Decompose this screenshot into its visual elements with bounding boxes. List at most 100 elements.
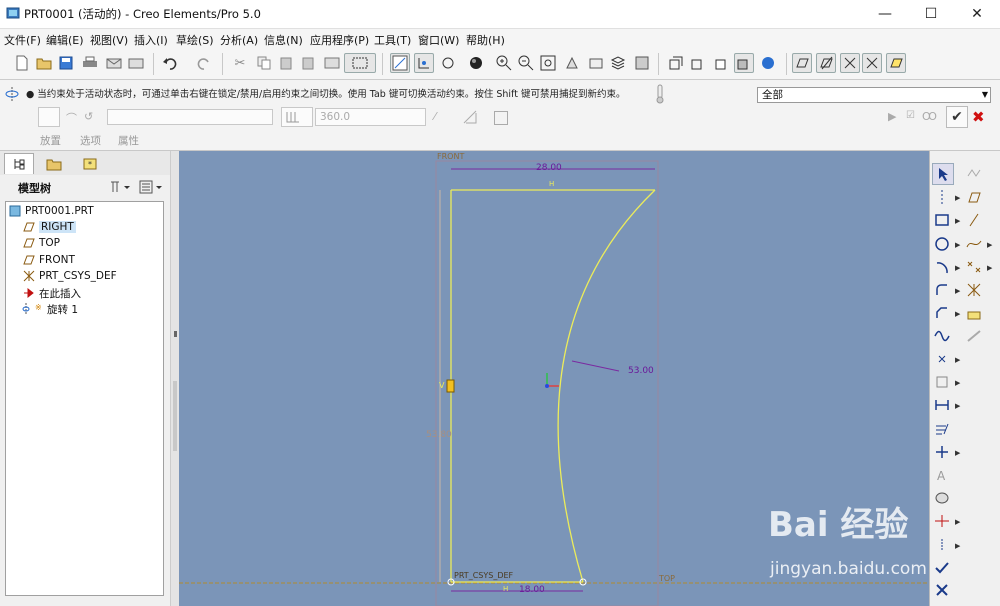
favorites-tab[interactable]: * — [76, 154, 104, 173]
menu-analysis[interactable]: 分析(A) — [220, 32, 258, 48]
dim-bottom-width[interactable]: 18.00 — [519, 585, 545, 595]
constraints-display-icon[interactable] — [414, 53, 434, 73]
no-hidden-icon[interactable] — [712, 53, 732, 73]
select-arrow-icon[interactable] — [932, 163, 954, 185]
datum-axis-icon[interactable] — [964, 210, 984, 230]
confirm-icon[interactable]: ✔ — [946, 106, 968, 128]
tree-show-icon[interactable] — [138, 179, 164, 198]
vertices-display-icon[interactable] — [438, 53, 458, 73]
solid-toggle-button[interactable] — [38, 107, 60, 127]
modify-icon[interactable] — [932, 419, 952, 439]
fillet-icon[interactable] — [932, 280, 952, 300]
zoom-in-icon[interactable] — [494, 53, 514, 73]
csys-display-icon[interactable] — [862, 53, 882, 73]
circle-icon[interactable] — [932, 234, 952, 254]
cancel-icon[interactable]: ✖ — [972, 108, 985, 126]
new-file-icon[interactable] — [12, 53, 32, 73]
menu-info[interactable]: 信息(N) — [264, 32, 303, 48]
arc-icon[interactable] — [932, 257, 952, 277]
dimension-icon[interactable] — [932, 395, 952, 415]
paste-special-icon[interactable] — [298, 53, 318, 73]
dim-height[interactable]: 53.80 — [426, 430, 452, 440]
text-icon[interactable]: A — [932, 465, 952, 485]
saved-views-icon[interactable] — [586, 53, 606, 73]
sketch-orient-icon[interactable] — [390, 53, 410, 73]
menu-window[interactable]: 窗口(W) — [418, 32, 459, 48]
annotation-display-icon[interactable] — [886, 53, 906, 73]
remove-material-icon[interactable] — [462, 109, 478, 128]
analysis-feature-icon[interactable] — [964, 303, 984, 323]
spline-icon[interactable] — [932, 326, 952, 346]
tree-item-revolve[interactable]: ※ 旋转 1 — [22, 301, 78, 317]
point-icon[interactable] — [932, 349, 952, 369]
paste-icon[interactable] — [276, 53, 296, 73]
csys-tool-icon[interactable] — [964, 280, 984, 300]
reorient-icon[interactable] — [562, 53, 582, 73]
tree-item-front[interactable]: FRONT — [22, 252, 75, 268]
tree-item-insert-here[interactable]: 在此插入 — [22, 285, 81, 301]
view-manager-icon[interactable] — [632, 53, 652, 73]
menu-sketch[interactable]: 草绘(S) — [176, 32, 214, 48]
tree-item-right[interactable]: RIGHT — [22, 219, 76, 235]
send-link-icon[interactable] — [126, 53, 146, 73]
cut-icon[interactable]: ✂ — [230, 53, 250, 73]
menu-view[interactable]: 视图(V) — [90, 32, 128, 48]
constraint-icon[interactable] — [932, 442, 952, 462]
refit-icon[interactable] — [538, 53, 558, 73]
tree-item-part[interactable]: PRT0001.PRT — [8, 203, 94, 219]
verify-glasses-icon[interactable]: Ꝏ — [922, 110, 937, 123]
surface-icon[interactable]: ⌒ — [66, 110, 77, 126]
datum-planes-display-icon[interactable] — [792, 53, 812, 73]
select-box-icon[interactable] — [344, 53, 376, 73]
undo-icon[interactable] — [160, 53, 180, 73]
angle-option-button[interactable] — [281, 107, 313, 127]
datum-point-icon[interactable] — [964, 257, 984, 277]
shaded-icon[interactable] — [734, 53, 754, 73]
maximize-button[interactable]: ☐ — [908, 0, 954, 28]
tree-item-top[interactable]: TOP — [22, 235, 60, 251]
wireframe-icon[interactable] — [666, 53, 686, 73]
rectangle-icon[interactable] — [932, 210, 952, 230]
use-edge-icon[interactable] — [932, 372, 952, 392]
menu-help[interactable]: 帮助(H) — [466, 32, 505, 48]
hidden-line-icon[interactable] — [688, 53, 708, 73]
flip-angle-icon[interactable]: ⁄ — [434, 110, 436, 123]
enhanced-realism-icon[interactable] — [758, 53, 778, 73]
datum-axes-display-icon[interactable] — [816, 53, 836, 73]
pause-icon[interactable]: ▶ — [888, 110, 896, 123]
folder-browser-tab[interactable] — [40, 154, 68, 173]
skeleton-icon[interactable] — [964, 326, 984, 346]
send-mail-icon[interactable] — [104, 53, 124, 73]
copy-icon[interactable] — [254, 53, 274, 73]
save-icon[interactable] — [56, 53, 76, 73]
dim-top-width[interactable]: 28.00 — [536, 163, 562, 173]
chamfer-icon[interactable] — [932, 303, 952, 323]
menu-tools[interactable]: 工具(T) — [374, 32, 411, 48]
print-icon[interactable] — [80, 53, 100, 73]
regenerate-icon[interactable] — [322, 53, 342, 73]
thicken-icon[interactable] — [494, 111, 508, 125]
tab-placement[interactable]: 放置 — [40, 133, 61, 148]
sketch-collector-field[interactable] — [107, 109, 273, 125]
tab-options[interactable]: 选项 — [80, 133, 101, 148]
datum-curve-icon[interactable] — [964, 234, 984, 254]
palette-icon[interactable] — [964, 163, 984, 183]
angle-value-field[interactable]: 360.0 — [315, 108, 426, 126]
close-button[interactable]: ✕ — [954, 0, 1000, 28]
open-folder-icon[interactable] — [34, 53, 54, 73]
zoom-out-icon[interactable] — [516, 53, 536, 73]
minimize-button[interactable]: — — [862, 0, 908, 28]
centerline-icon[interactable] — [932, 187, 952, 207]
menu-insert[interactable]: 插入(I) — [134, 32, 168, 48]
datum-points-display-icon[interactable] — [840, 53, 860, 73]
offset-entity-icon[interactable] — [964, 187, 984, 207]
preview-checkbox-icon[interactable]: ☑ — [906, 110, 915, 121]
filter-dropdown[interactable]: 全部 ▼ — [757, 87, 991, 103]
tab-properties[interactable]: 属性 — [118, 133, 139, 148]
shading-icon[interactable] — [462, 53, 490, 73]
layers-icon[interactable] — [608, 53, 628, 73]
tree-item-csys[interactable]: PRT_CSYS_DEF — [22, 268, 117, 284]
redo-icon[interactable] — [194, 53, 214, 73]
flip-icon[interactable]: ↺ — [84, 110, 93, 123]
tree-settings-icon[interactable] — [108, 179, 132, 198]
